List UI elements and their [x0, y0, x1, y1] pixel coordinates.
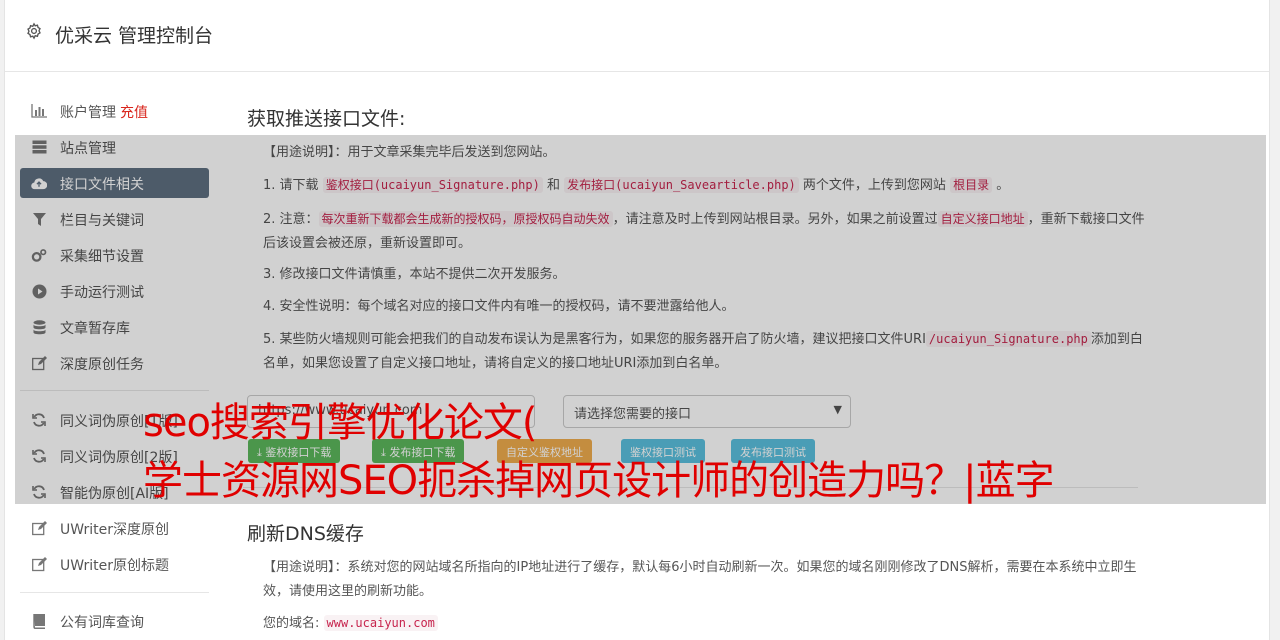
domain-line: 您的域名: www.ucaiyun.com [263, 611, 863, 636]
overlay-headline-2: 学士资源网SEO扼杀掉网页设计师的创造力吗？|蓝字 [143, 458, 1055, 504]
sidebar-item-account[interactable]: 账户管理 充值 [20, 96, 209, 126]
section-title-dns: 刷新DNS缓存 [247, 523, 364, 545]
gear-icon [27, 22, 41, 40]
domain-value: www.ucaiyun.com [323, 615, 438, 631]
sidebar-item-public-lexicon[interactable]: 公有词库查询 [20, 606, 209, 636]
overlay-headline-1: seo搜索引擎优化论文( [143, 400, 538, 446]
section-title-interface-files: 获取推送接口文件: [247, 108, 406, 130]
sidebar-item-label: UWriter深度原创 [60, 522, 169, 538]
sidebar-item-label: UWriter原创标题 [60, 558, 169, 574]
sidebar-item-uwriter-deep[interactable]: UWriter深度原创 [20, 513, 209, 543]
sidebar-item-label: 公有词库查询 [60, 615, 144, 631]
sidebar-item-uwriter-title[interactable]: UWriter原创标题 [20, 549, 209, 579]
dns-usage-note: 【用途说明】：系统对您的网站域名所指向的IP地址进行了缓存，默认每6小时自动刷新… [263, 560, 1137, 599]
edit-icon [31, 520, 47, 536]
book-icon [31, 613, 47, 629]
app-title: 优采云 管理控制台 [55, 25, 214, 47]
dim-overlay [15, 135, 1266, 504]
edit-icon [31, 556, 47, 572]
bar-chart-icon [31, 103, 47, 119]
sidebar-divider [20, 592, 209, 593]
domain-label: 您的域名: [263, 616, 320, 631]
recharge-link[interactable]: 充值 [120, 105, 148, 121]
top-bar: 优采云 管理控制台 [5, 0, 1269, 72]
sidebar-item-label: 账户管理 [60, 105, 116, 121]
